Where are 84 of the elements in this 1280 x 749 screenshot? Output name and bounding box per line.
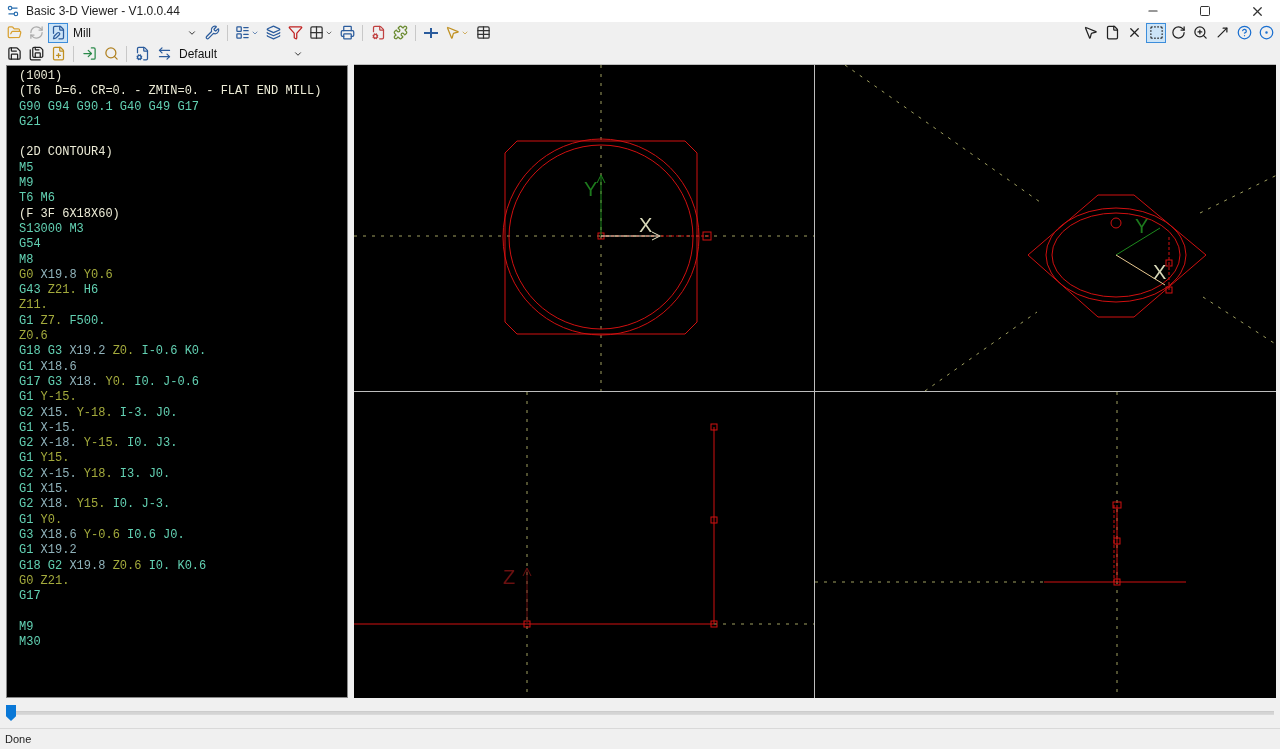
code-line: G1 X19.2 — [19, 543, 78, 559]
zoom-icon — [1192, 25, 1208, 40]
line-tool-icon — [424, 27, 438, 38]
code-line: G43 Z21. H6 — [19, 283, 100, 299]
code-line: G1 X15. — [19, 482, 71, 498]
code-line: (T6 D=6. CR=0. - ZMIN=0. - FLAT END MILL) — [19, 84, 323, 100]
code-line: G2 X-15. Y18. I3. J0. — [19, 466, 172, 482]
z-axis-arrow — [522, 567, 532, 625]
code-line: S13000 M3 — [19, 221, 85, 238]
code-line: G1 Z7. F500. — [19, 313, 107, 330]
document-gear-icon — [134, 46, 150, 61]
app-logo-icon — [6, 4, 20, 18]
code-line: G1 X-15. — [19, 420, 78, 437]
code-line: G17 G3 X18. Y0. I0. J-0.6 — [19, 374, 201, 391]
code-line: Z11. — [19, 298, 49, 314]
document-gear-icon — [370, 25, 386, 40]
maximize-icon — [1199, 5, 1211, 17]
code-line: G90 G94 G90.1 G40 G49 G17 — [19, 99, 201, 115]
profile-dropdown[interactable]: Default — [176, 44, 306, 63]
code-line: G1 Y0. — [19, 512, 64, 528]
import-icon — [81, 46, 97, 61]
layers-icon — [265, 25, 281, 40]
code-line: (F 3F 6X18X60) — [19, 206, 121, 222]
code-line: G1 X18.6 — [19, 359, 78, 375]
x-axis-label: X — [1153, 261, 1167, 283]
new-file-icon — [50, 46, 66, 61]
pointer-icon — [445, 25, 460, 40]
z-axis-label: Z — [503, 566, 516, 588]
page-icon — [1104, 25, 1120, 40]
code-line: M8 — [19, 252, 35, 268]
table-icon — [475, 25, 491, 40]
code-line: (1001) — [19, 69, 64, 85]
code-line: G0 X19.8 Y0.6 — [19, 267, 114, 284]
wrench-icon — [204, 25, 220, 40]
code-line: Z0.6 — [19, 329, 49, 345]
code-editor[interactable] — [6, 65, 348, 698]
code-line: M9 — [19, 619, 35, 635]
code-line: G1 Y-15. — [19, 390, 78, 406]
status-text: Done — [5, 733, 32, 745]
x-axis-label: X — [639, 214, 653, 236]
code-line: G1 Y15. — [19, 451, 71, 467]
list-icon — [235, 25, 250, 40]
grid-icon — [309, 25, 324, 40]
pointer-icon — [1082, 25, 1098, 40]
code-line: G18 G3 X19.2 Z0. I-0.6 K0. — [19, 344, 208, 360]
machine-dropdown[interactable]: Mill — [70, 23, 200, 42]
search-icon — [103, 46, 119, 61]
code-line: M5 — [19, 160, 35, 177]
filter-icon — [287, 25, 303, 40]
y-axis-label: Y — [1135, 215, 1149, 237]
code-line: G54 — [19, 237, 42, 253]
selection-rectangle-icon — [1148, 25, 1164, 40]
code-line: G2 X-18. Y-15. I0. J3. — [19, 436, 179, 452]
code-line: G0 Z21. — [19, 573, 71, 590]
code-line: G17 — [19, 589, 42, 605]
document-edit-icon — [50, 25, 66, 40]
code-line: G3 X18.6 Y-0.6 I0.6 J0. — [19, 527, 186, 544]
document-edit-icon-button[interactable] — [48, 22, 68, 43]
puzzle-icon — [392, 25, 408, 40]
help-icon — [1236, 25, 1252, 40]
viewport[interactable]: Y X — [815, 65, 1276, 391]
code-line: M30 — [19, 635, 42, 651]
selection-rectangle-icon-button[interactable] — [1146, 22, 1166, 43]
folder-icon — [6, 25, 22, 40]
code-line: M9 — [19, 176, 35, 192]
code-line: (2D CONTOUR4) — [19, 145, 114, 161]
code-line: G2 X15. Y-18. I-3. J0. — [19, 405, 179, 421]
code-line: G2 X18. Y15. I0. J-3. — [19, 497, 172, 513]
slider-thumb[interactable] — [6, 705, 16, 721]
target-icon — [1258, 25, 1274, 40]
printer-icon — [339, 25, 355, 40]
x-axis-arrow — [600, 231, 661, 241]
save-icon — [6, 46, 22, 61]
viewport[interactable]: Y X — [354, 65, 814, 391]
rotate-icon — [1170, 25, 1186, 40]
code-line: T6 M6 — [19, 191, 56, 207]
y-axis-arrow — [596, 174, 606, 237]
code-line: G21 — [19, 114, 42, 131]
code-line: G18 G2 X19.8 Z0.6 I0. K0.6 — [19, 558, 208, 574]
y-axis-label: Y — [584, 178, 598, 200]
refresh-icon — [28, 25, 44, 40]
save-all-icon — [28, 46, 44, 61]
swap-icon — [156, 46, 172, 61]
window-title: Basic 3-D Viewer - V1.0.0.44 — [26, 4, 181, 18]
